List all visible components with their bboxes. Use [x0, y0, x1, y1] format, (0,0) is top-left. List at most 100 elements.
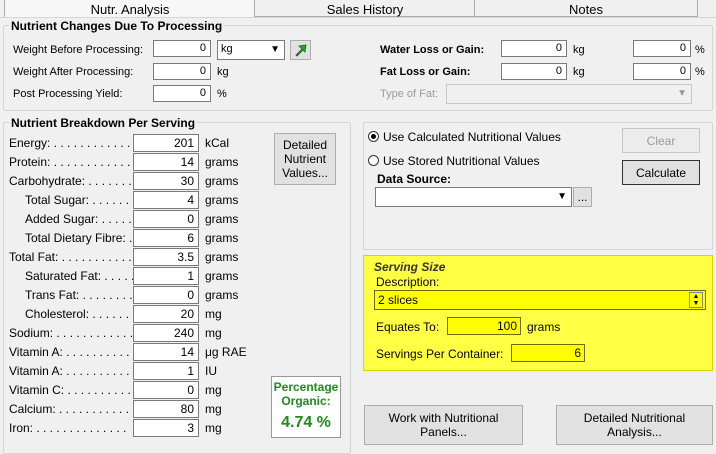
fat-loss-pct-unit: %	[695, 66, 705, 78]
data-source-select[interactable]: ▼	[375, 187, 572, 207]
fat-loss-kg-field[interactable]: 0	[501, 63, 567, 80]
trans-fat-field[interactable]: 0	[133, 286, 199, 304]
saturated-fat-field[interactable]: 1	[133, 267, 199, 285]
yield-unit: %	[217, 88, 227, 100]
protein-unit: grams	[205, 155, 239, 169]
yield-field[interactable]: 0	[153, 85, 211, 102]
type-of-fat-select[interactable]: ▼	[446, 84, 692, 104]
vitamin-c-field[interactable]: 0	[133, 381, 199, 399]
saturated-fat-label: Saturated Fat: . . . . .	[25, 269, 135, 283]
detailed-analysis-button[interactable]: Detailed Nutritional Analysis...	[556, 405, 713, 445]
water-loss-pct-field[interactable]: 0	[633, 40, 691, 57]
total-fat-label: Total Fat: . . . . . . . . . . .	[9, 250, 132, 264]
servings-per-container-label: Servings Per Container:	[376, 347, 504, 361]
description-field[interactable]: 2 slices ▲ ▼	[374, 290, 706, 310]
calcium-field[interactable]: 80	[133, 400, 199, 418]
total-fat-field[interactable]: 3.5	[133, 248, 199, 266]
protein-field[interactable]: 14	[133, 153, 199, 171]
fat-loss-label: Fat Loss or Gain:	[380, 66, 471, 78]
sodium-unit: mg	[205, 326, 222, 340]
dietary-fibre-label: Total Dietary Fibre: . .	[25, 231, 140, 245]
tab-notes[interactable]: Notes	[474, 0, 698, 17]
equates-to-field[interactable]: 100	[447, 317, 521, 335]
vitamin-a-iu-label: Vitamin A: . . . . . . . . . .	[9, 364, 130, 378]
percentage-organic-box: Percentage Organic: 4.74 %	[271, 376, 341, 438]
vitamin-a-rae-label: Vitamin A: . . . . . . . . . .	[9, 345, 130, 359]
green-arrow-icon	[294, 44, 306, 57]
tab-sales-history[interactable]: Sales History	[254, 0, 476, 17]
organic-value: 4.74 %	[281, 414, 331, 431]
water-loss-kg-field[interactable]: 0	[501, 40, 567, 57]
weight-unit-select[interactable]: kg ▼	[217, 40, 285, 60]
sodium-field[interactable]: 240	[133, 324, 199, 342]
total-sugar-unit: grams	[205, 193, 239, 207]
added-sugar-label: Added Sugar: . . . . . .	[25, 212, 139, 226]
protein-label: Protein: . . . . . . . . . . . .	[9, 155, 131, 169]
description-value: 2 slices	[378, 293, 419, 307]
use-calculated-radio[interactable]	[368, 131, 379, 142]
energy-label: Energy: . . . . . . . . . . . . .	[9, 136, 138, 150]
description-label: Description:	[376, 275, 440, 289]
calculate-button[interactable]: Calculate	[622, 160, 700, 185]
iron-label: Iron: . . . . . . . . . . . . . .	[9, 421, 127, 435]
weight-unit-value: kg	[221, 43, 233, 55]
yield-label: Post Processing Yield:	[13, 88, 123, 100]
vitamin-a-iu-unit: IU	[205, 364, 217, 378]
weight-before-label: Weight Before Processing:	[13, 44, 144, 56]
trans-fat-unit: grams	[205, 288, 239, 302]
fat-loss-pct-field[interactable]: 0	[633, 63, 691, 80]
chevron-down-icon: ▼	[677, 88, 687, 99]
vitamin-a-rae-unit: μg RAE	[205, 345, 247, 359]
tab-divider	[0, 17, 716, 18]
cholesterol-unit: mg	[205, 307, 222, 321]
weight-before-field[interactable]: 0	[153, 40, 211, 57]
use-stored-radio[interactable]	[368, 155, 379, 166]
energy-unit: kCal	[205, 136, 230, 150]
water-loss-pct-unit: %	[695, 44, 705, 56]
fat-loss-kg-unit: kg	[573, 66, 585, 78]
serving-size-title: Serving Size	[374, 260, 446, 274]
weight-after-unit: kg	[217, 66, 229, 78]
weight-after-label: Weight After Processing:	[13, 66, 134, 78]
clear-button[interactable]: Clear	[622, 128, 700, 153]
added-sugar-field[interactable]: 0	[133, 210, 199, 228]
weight-after-field[interactable]: 0	[153, 63, 211, 80]
total-sugar-field[interactable]: 4	[133, 191, 199, 209]
dietary-fibre-field[interactable]: 6	[133, 229, 199, 247]
chevron-down-icon: ▼	[557, 191, 567, 202]
work-with-panels-button[interactable]: Work with Nutritional Panels...	[364, 405, 523, 445]
servings-per-container-field[interactable]: 6	[511, 344, 585, 362]
carbohydrate-unit: grams	[205, 174, 239, 188]
vitamin-a-rae-field[interactable]: 14	[133, 343, 199, 361]
data-source-label: Data Source:	[377, 172, 452, 186]
carbohydrate-field[interactable]: 30	[133, 172, 199, 190]
dietary-fibre-unit: grams	[205, 231, 239, 245]
iron-unit: mg	[205, 421, 222, 435]
processing-title: Nutrient Changes Due To Processing	[9, 19, 225, 33]
cholesterol-label: Cholesterol: . . . . . . .	[25, 307, 136, 321]
calcium-label: Calcium: . . . . . . . . . . .	[9, 402, 130, 416]
description-spinner[interactable]: ▲ ▼	[689, 292, 703, 308]
organic-label: Percentage Organic:	[273, 380, 339, 408]
data-source-browse-button[interactable]: ...	[573, 187, 592, 207]
apply-arrow-button[interactable]	[290, 40, 311, 60]
cholesterol-field[interactable]: 20	[133, 305, 199, 323]
vitamin-a-iu-field[interactable]: 1	[133, 362, 199, 380]
iron-field[interactable]: 3	[133, 419, 199, 437]
calcium-unit: mg	[205, 402, 222, 416]
use-stored-label: Use Stored Nutritional Values	[383, 154, 540, 168]
detailed-nutrient-values-button[interactable]: Detailed Nutrient Values...	[274, 133, 336, 185]
water-loss-label: Water Loss or Gain:	[380, 44, 485, 56]
vitamin-c-unit: mg	[205, 383, 222, 397]
energy-field[interactable]: 201	[133, 134, 199, 152]
breakdown-title: Nutrient Breakdown Per Serving	[9, 116, 198, 130]
use-calculated-label: Use Calculated Nutritional Values	[383, 130, 561, 144]
saturated-fat-unit: grams	[205, 269, 239, 283]
water-loss-kg-unit: kg	[573, 44, 585, 56]
equates-to-unit: grams	[527, 320, 561, 334]
sodium-label: Sodium: . . . . . . . . . . . .	[9, 326, 134, 340]
trans-fat-label: Trans Fat: . . . . . . . .	[25, 288, 133, 302]
tab-nutr-analysis[interactable]: Nutr. Analysis	[4, 0, 256, 18]
total-sugar-label: Total Sugar: . . . . . . . .	[25, 193, 143, 207]
total-fat-unit: grams	[205, 250, 239, 264]
